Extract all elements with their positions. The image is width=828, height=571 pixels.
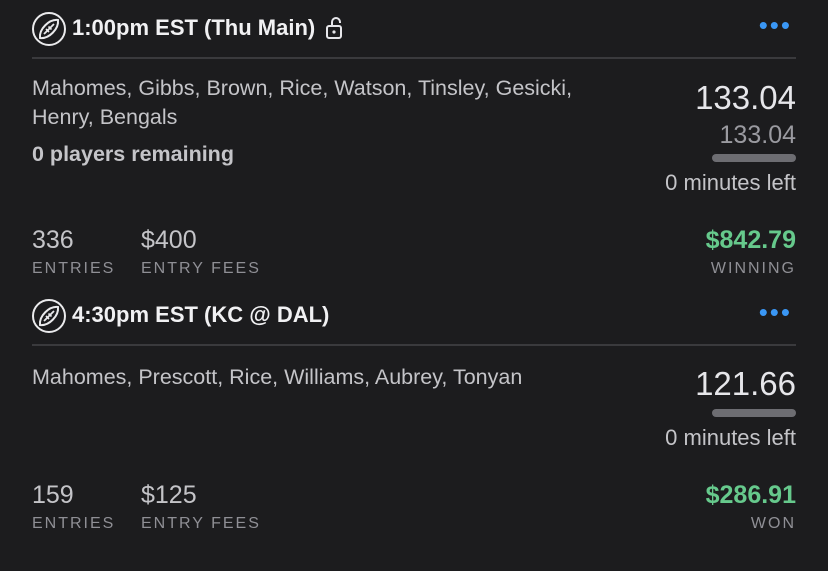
more-options-button[interactable]: •••: [759, 299, 792, 325]
winnings-label: WON: [750, 515, 796, 532]
contest-header: 1:00pm EST (Thu Main) •••: [32, 0, 796, 59]
more-options-button[interactable]: •••: [759, 12, 792, 38]
contest-title: 1:00pm EST (Thu Main): [72, 15, 316, 40]
lineup-players: Mahomes, Prescott, Rice, Williams, Aubre…: [32, 365, 523, 389]
winnings-value: $842.79: [705, 226, 796, 254]
players-remaining: 0 players remaining: [32, 142, 234, 166]
time-left: 0 minutes left: [665, 425, 796, 450]
progress-bar: [712, 409, 796, 417]
progress-bar: [712, 154, 796, 162]
winnings-label: WINNING: [710, 260, 796, 277]
lineup-score: 133.04: [695, 79, 796, 116]
entry-fees-label: ENTRY FEES: [141, 260, 261, 277]
contest-card[interactable]: 4:30pm EST (KC @ DAL) ••• Mahomes, Presc…: [0, 287, 828, 571]
contest-header: 4:30pm EST (KC @ DAL) •••: [32, 287, 796, 346]
winnings-value: $286.91: [705, 481, 796, 509]
contest-card[interactable]: 1:00pm EST (Thu Main) ••• Mahomes, Gibbs…: [0, 0, 828, 287]
projected-score: 133.04: [719, 121, 796, 149]
contest-title: 4:30pm EST (KC @ DAL): [72, 302, 330, 327]
entries-count: 336: [32, 226, 74, 254]
entry-fees-value: $125: [141, 481, 197, 509]
entries-label: ENTRIES: [32, 515, 116, 532]
football-icon: [32, 12, 66, 46]
lineup-players: Mahomes, Gibbs, Brown, Rice, Watson, Tin…: [32, 76, 573, 129]
entry-fees-value: $400: [141, 226, 197, 254]
football-icon: [32, 299, 66, 333]
entry-fees-label: ENTRY FEES: [141, 515, 261, 532]
unlock-icon[interactable]: [325, 16, 345, 40]
entries-count: 159: [32, 481, 74, 509]
time-left: 0 minutes left: [665, 170, 796, 195]
entries-label: ENTRIES: [32, 260, 116, 277]
lineup-score: 121.66: [695, 365, 796, 402]
